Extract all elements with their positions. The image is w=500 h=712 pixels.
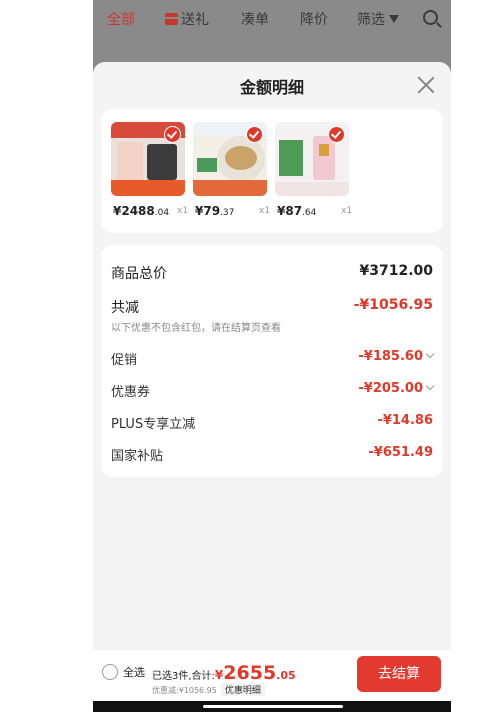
tab-price-drop[interactable]: 降价 [300,9,328,29]
total-reduce-value: -¥1056.95 [353,297,433,313]
product-item[interactable]: ¥79.37 x1 [193,122,273,218]
home-indicator [93,701,451,712]
plus-discount-value: -¥14.86 [377,413,433,428]
checkout-footer: 全选 已选3件,合计:¥2655.05 优惠减:¥1056.95 优惠明细 去结算 [93,649,451,701]
chevron-down-icon [425,349,435,359]
checked-icon [246,126,263,143]
tab-gift-label: 送礼 [181,12,209,28]
gift-icon [165,13,178,25]
total-reduce-label: 共减 [111,300,139,316]
tab-combine[interactable]: 凑单 [241,9,269,29]
products-card: ¥2488.04 x1 ¥79.37 x1 ¥87.64 x1 [101,109,443,233]
product-quantity: x1 [341,206,353,216]
product-quantity: x1 [259,206,271,216]
select-all-label[interactable]: 全选 [123,664,145,680]
phone-screen: 全部 送礼 凑单 降价 筛选 金额明细 ¥2488.04 x1 ¥79.37 x… [93,0,451,712]
product-item[interactable]: ¥2488.04 x1 [111,122,191,218]
plus-discount-label: PLUS专享立减 [111,417,196,432]
total-price-value: ¥3712.00 [359,263,433,279]
tab-gift[interactable]: 送礼 [165,9,209,29]
tab-filter-label: 筛选 [357,12,385,28]
promotion-label: 促销 [111,353,138,368]
total-price-label: 商品总价 [111,266,167,282]
tab-all[interactable]: 全部 [107,9,135,29]
amount-detail-sheet: 金额明细 ¥2488.04 x1 ¥79.37 x1 ¥87.64 x1 商品总… [93,62,451,712]
discount-text: 优惠减:¥1056.95 [152,686,217,695]
reduce-note: 以下优惠不包含红包，请在结算页查看 [111,323,281,334]
price-summary-card: 商品总价 ¥3712.00 共减 -¥1056.95 以下优惠不包含红包，请在结… [101,245,443,477]
promotion-value: -¥185.60 [358,349,435,364]
product-image [111,122,185,196]
tab-filter[interactable]: 筛选 [357,9,399,29]
coupon-label: 优惠券 [111,385,151,400]
national-subsidy-value: -¥651.49 [368,445,433,460]
filter-icon [389,15,399,23]
product-price: ¥2488.04 [113,204,170,218]
search-icon[interactable] [423,10,438,25]
product-image [275,122,349,196]
product-quantity: x1 [177,206,189,216]
product-item[interactable]: ¥87.64 x1 [275,122,355,218]
checked-icon [164,126,181,143]
product-price: ¥79.37 [195,204,235,218]
close-icon[interactable] [417,76,435,94]
coupon-value: -¥205.00 [358,381,435,396]
selected-total: 已选3件,合计:¥2655.05 [152,662,296,684]
product-price: ¥87.64 [277,204,317,218]
sheet-title: 金额明细 [239,78,304,97]
checked-icon [328,126,345,143]
chevron-down-icon [425,381,435,391]
discount-info: 优惠减:¥1056.95 优惠明细 [152,683,265,696]
discount-detail-link[interactable]: 优惠明细 [220,683,265,696]
checkout-button[interactable]: 去结算 [357,656,441,692]
filter-bar: 全部 送礼 凑单 降价 筛选 [93,0,451,38]
product-image [193,122,267,196]
selected-count-text: 已选3件,合计: [152,671,215,682]
select-all-radio[interactable] [102,664,118,680]
total-amount: 2655 [223,662,277,684]
national-subsidy-label: 国家补贴 [111,449,164,464]
